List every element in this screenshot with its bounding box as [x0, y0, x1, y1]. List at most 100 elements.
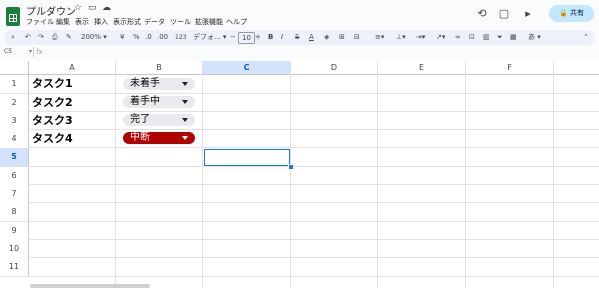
input-tools-button[interactable]: あ ▾	[528, 31, 541, 44]
name-box[interactable]: C5	[4, 48, 12, 55]
gridline	[202, 74, 203, 288]
redo-icon[interactable]: ↷	[38, 31, 44, 44]
dropdown-chip-b1[interactable]: 未着手	[123, 78, 195, 90]
merge-cells-icon[interactable]: ⊟	[354, 31, 360, 44]
dropdown-chip-b2[interactable]: 着手中	[123, 96, 195, 108]
menu-extensions[interactable]: 拡張機能	[195, 17, 223, 27]
fill-handle[interactable]	[288, 164, 294, 170]
gridline	[28, 111, 599, 112]
row-header-1[interactable]: 1	[0, 75, 29, 94]
decrease-decimal-button[interactable]: .0	[145, 31, 152, 44]
font-value: デフォ...	[193, 33, 221, 41]
currency-icon[interactable]: ¥	[120, 31, 124, 44]
select-all-corner[interactable]	[0, 61, 29, 75]
row-header-4[interactable]: 4	[0, 130, 29, 149]
insert-link-icon[interactable]: ∞	[455, 31, 461, 44]
menu-help[interactable]: ヘルプ	[226, 17, 247, 27]
insert-comment-icon[interactable]: ⊡	[469, 31, 475, 44]
font-select[interactable]: デフォ... ▾	[193, 31, 226, 44]
dropdown-chip-b3[interactable]: 完了	[123, 114, 195, 126]
percent-button[interactable]: %	[133, 31, 140, 44]
spreadsheet-grid	[0, 60, 599, 290]
gridline	[28, 257, 599, 258]
move-folder-icon[interactable]: ▭	[88, 3, 97, 13]
menu-view[interactable]: 表示	[75, 17, 89, 27]
collapse-toolbar-icon[interactable]: ⌃	[583, 31, 589, 44]
formula-input[interactable]	[52, 46, 592, 58]
text-color-button[interactable]: A	[309, 31, 314, 44]
star-icon[interactable]: ☆	[74, 3, 82, 13]
increase-font-button[interactable]: +	[255, 31, 261, 44]
search-menus-icon[interactable]: ⌕	[11, 31, 15, 44]
row-header-8[interactable]: 8	[0, 203, 29, 222]
filter-views-icon[interactable]: ▦	[510, 31, 517, 44]
menu-edit[interactable]: 編集	[56, 17, 70, 27]
dropdown-chip-b4[interactable]: 中断	[123, 132, 195, 144]
row-header-5[interactable]: 5	[0, 148, 29, 167]
row-header-11[interactable]: 11	[0, 258, 29, 277]
column-header-f[interactable]: F	[466, 61, 554, 75]
menu-format[interactable]: 表示形式	[113, 17, 141, 27]
italic-button[interactable]: I	[281, 31, 283, 44]
lock-icon: 🔒	[559, 9, 568, 17]
insert-chart-icon[interactable]: ▥	[483, 31, 490, 44]
row-header-3[interactable]: 3	[0, 112, 29, 131]
meet-icon[interactable]: ▸	[521, 7, 535, 21]
menu-tools[interactable]: ツール	[170, 17, 191, 27]
gridline	[28, 129, 599, 130]
gridline	[28, 202, 599, 203]
namebox-dropdown-icon[interactable]: ▾	[29, 48, 32, 55]
fill-color-icon[interactable]: ◈	[324, 31, 329, 44]
chip-label: 着手中	[130, 96, 160, 107]
font-size-input[interactable]: 10	[238, 32, 255, 44]
increase-decimal-button[interactable]: .00	[157, 31, 168, 44]
horizontal-scrollbar[interactable]	[30, 284, 150, 288]
gridline	[465, 74, 466, 288]
row-header-10[interactable]: 10	[0, 240, 29, 259]
row-header-7[interactable]: 7	[0, 185, 29, 204]
text-wrap-icon[interactable]: ⇥▾	[416, 31, 425, 44]
cell-a2[interactable]: タスク2	[32, 94, 73, 112]
cell-a4[interactable]: タスク4	[32, 130, 73, 148]
borders-icon[interactable]: ⊞	[339, 31, 345, 44]
horizontal-align-icon[interactable]: ≡▾	[375, 31, 384, 44]
row-header-2[interactable]: 2	[0, 94, 29, 113]
chip-label: 未着手	[130, 78, 160, 89]
document-title[interactable]: プルダウン	[26, 3, 76, 18]
gridline	[28, 184, 599, 185]
sheets-logo-icon[interactable]	[6, 7, 20, 26]
column-header-g[interactable]	[554, 61, 599, 75]
selected-cell-c5[interactable]	[204, 149, 290, 166]
number-format-button[interactable]: 123	[175, 31, 186, 44]
row-header-6[interactable]: 6	[0, 167, 29, 186]
bold-button[interactable]: B	[268, 31, 273, 44]
strikethrough-button[interactable]: S	[295, 31, 299, 44]
vertical-align-icon[interactable]: ⊥▾	[396, 31, 406, 44]
cell-a1[interactable]: タスク1	[32, 75, 73, 93]
zoom-select[interactable]: 200% ▾	[81, 31, 107, 44]
print-icon[interactable]: ⎙	[52, 31, 58, 44]
paint-format-icon[interactable]: ✎	[66, 31, 72, 44]
gridline	[290, 74, 291, 288]
gridline	[28, 93, 599, 94]
menu-insert[interactable]: 挿入	[94, 17, 108, 27]
column-header-c[interactable]: C	[203, 61, 291, 75]
share-button[interactable]: 🔒 共有	[549, 5, 594, 22]
text-rotation-icon[interactable]: ↗▾	[436, 31, 445, 44]
filter-icon[interactable]: ⏷	[497, 31, 503, 44]
history-icon[interactable]: ⟲	[475, 7, 489, 21]
menu-data[interactable]: データ	[144, 17, 165, 27]
menu-file[interactable]: ファイル	[26, 17, 54, 27]
chip-label: 完了	[130, 114, 150, 125]
comment-icon[interactable]: ▢	[497, 7, 511, 21]
cell-a3[interactable]: タスク3	[32, 112, 73, 130]
column-header-b[interactable]: B	[116, 61, 203, 75]
column-header-a[interactable]: A	[29, 61, 116, 75]
cloud-status-icon[interactable]: ☁	[102, 3, 111, 13]
column-header-e[interactable]: E	[378, 61, 466, 75]
undo-icon[interactable]: ↶	[25, 31, 31, 44]
dropdown-arrow-icon	[182, 100, 188, 104]
decrease-font-button[interactable]: −	[230, 31, 236, 44]
row-header-9[interactable]: 9	[0, 222, 29, 241]
column-header-d[interactable]: D	[291, 61, 378, 75]
